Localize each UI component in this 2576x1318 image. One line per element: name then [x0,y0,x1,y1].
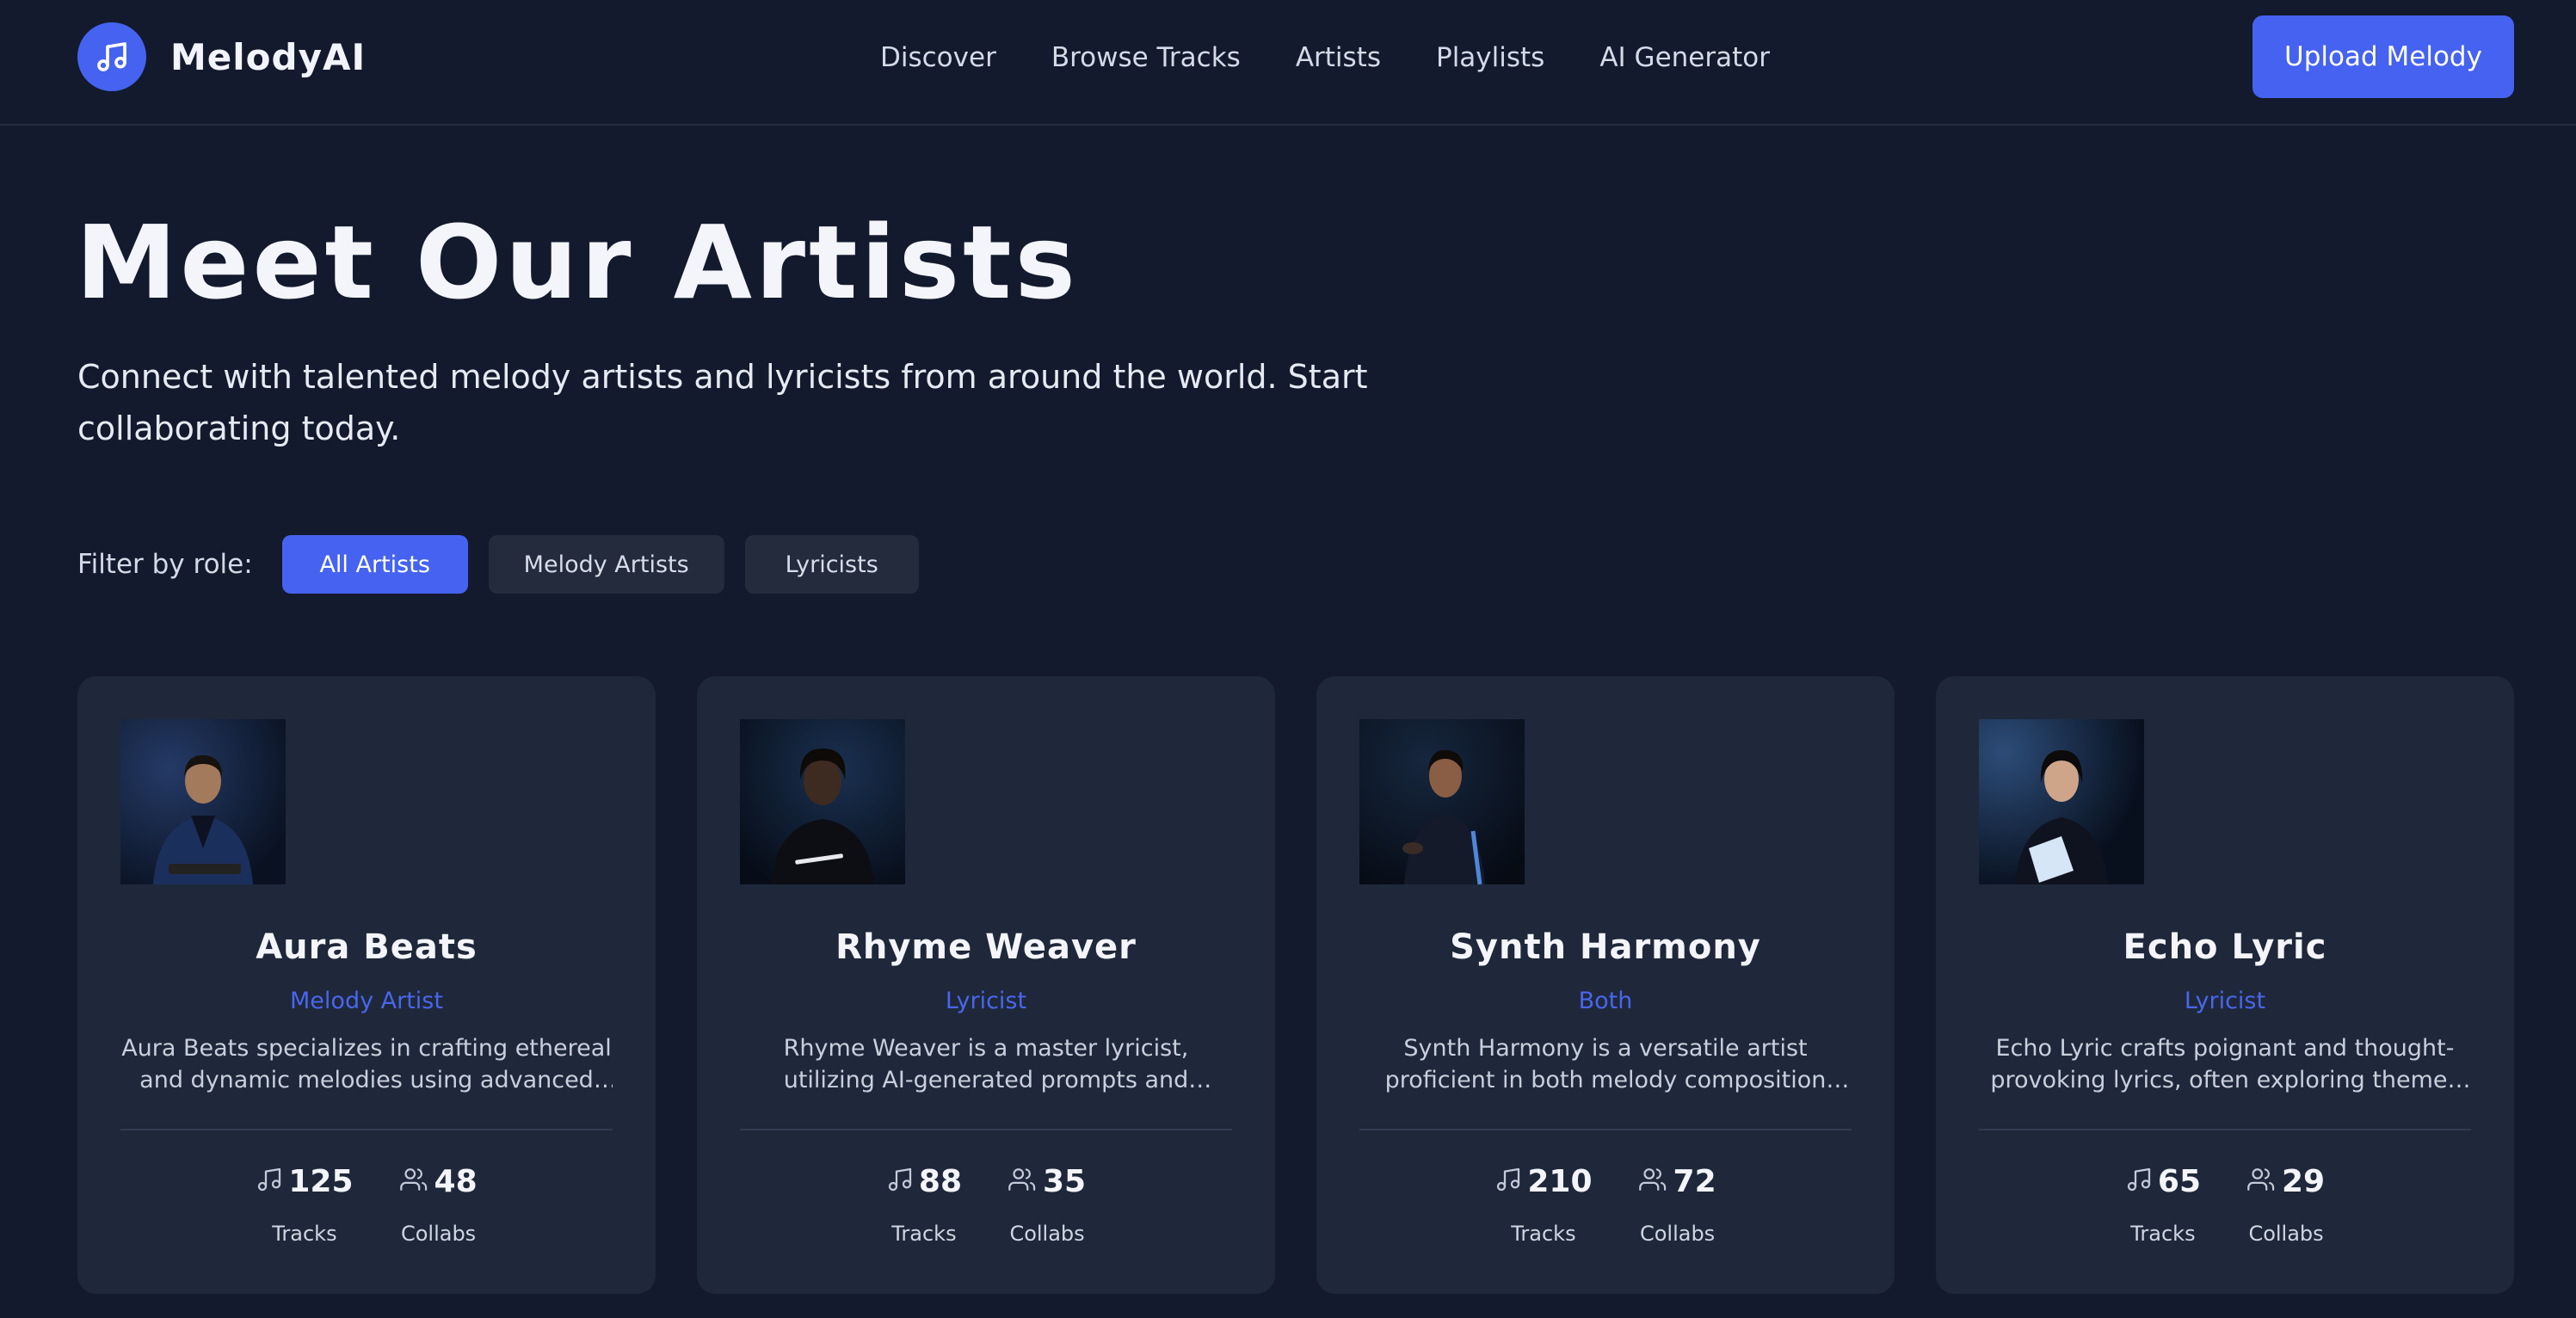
collabs-stat: 29 Collabs [2247,1161,2325,1246]
artist-card[interactable]: Synth Harmony Both Synth Harmony is a ve… [1316,676,1895,1294]
artist-name: Aura Beats [256,927,478,967]
avatar [1359,719,1525,884]
collabs-stat: 72 Collabs [1638,1161,1716,1246]
artist-name: Synth Harmony [1450,927,1761,967]
collabs-stat: 48 Collabs [399,1161,478,1246]
card-divider [740,1129,1232,1130]
nav-link-browse-tracks[interactable]: Browse Tracks [1051,42,1241,73]
collabs-label: Collabs [2248,1222,2324,1246]
users-icon [399,1166,429,1197]
artist-name: Echo Lyric [2123,927,2327,967]
artist-bio: Aura Beats specializes in crafting ether… [121,1035,612,1093]
users-icon [2247,1166,2277,1197]
artist-stats: 65 Tracks 29 Collabs [1936,1161,2514,1246]
artist-role: Melody Artist [290,988,443,1014]
users-icon [1008,1166,1038,1197]
tracks-stat: 65 Tracks [2125,1161,2201,1246]
collabs-count: 72 [1673,1163,1716,1199]
music-note-icon [886,1166,914,1197]
artist-card[interactable]: Rhyme Weaver Lyricist Rhyme Weaver is a … [697,676,1275,1294]
filter-melody-artists-button[interactable]: Melody Artists [488,535,724,594]
users-icon [1638,1166,1668,1197]
role-filter: Filter by role: All Artists Melody Artis… [77,535,940,594]
filter-lyricists-button[interactable]: Lyricists [744,535,919,594]
artist-role: Lyricist [2184,988,2266,1014]
tracks-stat: 125 Tracks [256,1161,354,1246]
artist-bio: Synth Harmony is a versatile artist prof… [1384,1035,1827,1093]
tracks-count: 88 [918,1163,962,1199]
top-navbar: MelodyAI Discover Browse Tracks Artists … [0,0,2576,126]
artist-role: Lyricist [945,988,1027,1014]
music-note-icon [77,22,146,91]
artist-bio: Echo Lyric crafts poignant and thought-p… [1990,1035,2460,1093]
card-divider [1979,1129,2471,1130]
artist-stats: 88 Tracks 35 Collabs [697,1161,1275,1246]
artist-stats: 125 Tracks 48 Collabs [77,1161,656,1246]
filter-label: Filter by role: [77,549,253,580]
music-note-icon [256,1166,283,1197]
tracks-label: Tracks [272,1222,337,1246]
artist-name: Rhyme Weaver [835,927,1137,967]
main-nav: Discover Browse Tracks Artists Playlists… [880,38,1770,77]
artist-stats: 210 Tracks 72 Collabs [1316,1161,1895,1246]
nav-link-ai-generator[interactable]: AI Generator [1599,42,1770,73]
collabs-count: 48 [434,1163,478,1199]
tracks-stat: 88 Tracks [886,1161,962,1246]
filter-all-artists-button[interactable]: All Artists [281,535,468,594]
collabs-label: Collabs [1009,1222,1085,1246]
upload-melody-button[interactable]: Upload Melody [2252,15,2514,98]
collabs-stat: 35 Collabs [1008,1161,1086,1246]
avatar [1979,719,2144,884]
card-divider [1359,1129,1852,1130]
artist-role: Both [1578,988,1633,1014]
tracks-count: 65 [2157,1163,2201,1199]
page-subtitle: Connect with talented melody artists and… [77,358,1368,447]
collabs-count: 29 [2282,1163,2326,1199]
tracks-label: Tracks [1511,1222,1576,1246]
nav-link-artists[interactable]: Artists [1296,42,1381,73]
tracks-count: 125 [288,1163,354,1199]
artist-card[interactable]: Echo Lyric Lyricist Echo Lyric crafts po… [1936,676,2514,1294]
avatar [120,719,286,884]
tracks-stat: 210 Tracks [1494,1161,1593,1246]
collabs-label: Collabs [1639,1222,1716,1246]
nav-link-discover[interactable]: Discover [880,42,996,73]
tracks-count: 210 [1527,1163,1593,1199]
artist-bio: Rhyme Weaver is a master lyricist, utili… [783,1035,1189,1093]
collabs-label: Collabs [400,1222,477,1246]
music-note-icon [1494,1166,1522,1197]
collabs-count: 35 [1043,1163,1087,1199]
artist-card[interactable]: Aura Beats Melody Artist Aura Beats spec… [77,676,656,1294]
brand-logo[interactable]: MelodyAI [77,22,366,91]
brand-name: MelodyAI [170,35,367,78]
page-title: Meet Our Artists [76,203,1079,322]
card-divider [120,1129,613,1130]
nav-link-playlists[interactable]: Playlists [1436,42,1544,73]
music-note-icon [2125,1166,2153,1197]
tracks-label: Tracks [2130,1222,2196,1246]
avatar [740,719,905,884]
tracks-label: Tracks [891,1222,957,1246]
